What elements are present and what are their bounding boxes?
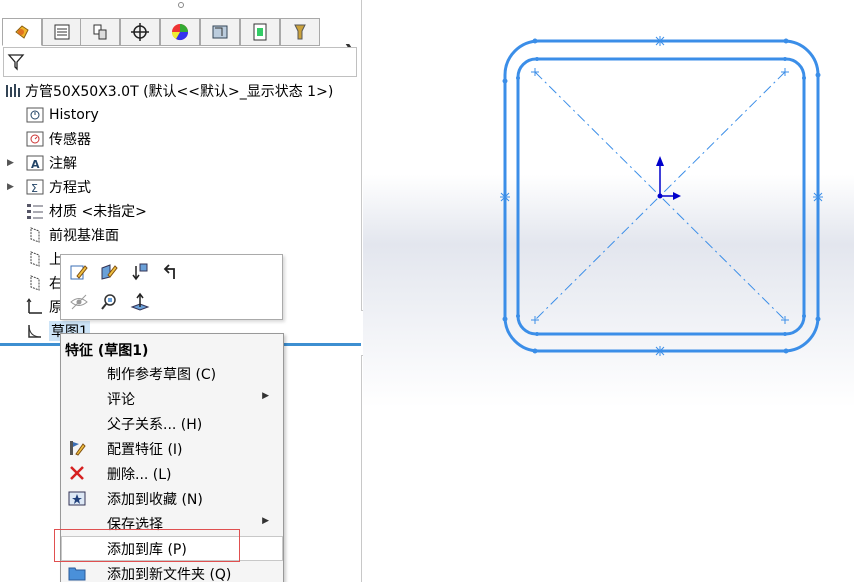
menu-title: 特征 (草图1)	[65, 343, 149, 359]
tab-propertymanager[interactable]	[42, 18, 82, 46]
panel-grip-icon[interactable]	[178, 2, 184, 8]
tab-configurationmanager[interactable]	[80, 18, 120, 46]
plane-icon	[25, 273, 45, 293]
menu-item-label: 配置特征 (I)	[107, 442, 183, 458]
menu-item-comment[interactable]: 评论 ▶	[61, 386, 283, 411]
menu-item-label: 父子关系... (H)	[107, 417, 203, 433]
tree-item-label: 传感器	[49, 132, 91, 148]
menu-item-parent-child[interactable]: 父子关系... (H)	[61, 411, 283, 436]
menu-item-add-to-new-folder[interactable]: 添加到新文件夹 (Q)	[61, 561, 283, 582]
plane-icon	[25, 225, 45, 245]
tab-featuremanager[interactable]	[2, 18, 42, 46]
cam-icon	[212, 25, 228, 39]
submenu-arrow-icon: ▶	[262, 391, 269, 401]
edit-feature-button[interactable]	[96, 259, 122, 285]
tree-filter-input[interactable]	[3, 47, 357, 77]
rollback-icon	[132, 263, 148, 281]
menu-item-label: 添加到收藏 (N)	[107, 492, 203, 508]
tree-item-label: History	[49, 107, 99, 123]
origin-icon	[25, 297, 45, 317]
tree-item-front-plane[interactable]: 前视基准面	[0, 223, 362, 247]
menu-item-delete[interactable]: 删除... (L)	[61, 461, 283, 486]
zoom-to-selection-button[interactable]	[96, 289, 122, 315]
tree-root-part[interactable]: 方管50X50X3.0T (默认<<默认>_显示状态 1>)	[0, 79, 362, 103]
tools-icon	[294, 24, 306, 40]
expand-arrow-icon[interactable]: ▶	[7, 182, 15, 192]
sketch-icon	[25, 321, 45, 341]
tree-item-label: 方程式	[49, 180, 91, 196]
tree-item-history[interactable]: History	[0, 103, 362, 127]
origin-marker-icon	[656, 156, 681, 200]
tree-item-annotations[interactable]: ▶ A 注解	[0, 151, 362, 175]
configuration-manager-icon	[93, 24, 107, 40]
menu-item-label: 制作参考草图 (C)	[107, 367, 217, 383]
menu-item-make-reference-sketch[interactable]: 制作参考草图 (C)	[61, 361, 283, 386]
annotation-highlight-box	[54, 529, 240, 562]
expand-arrow-icon[interactable]: ▶	[7, 158, 15, 168]
material-icon	[25, 201, 45, 221]
tree-item-label: 注解	[49, 156, 77, 172]
undo-arrow-icon	[163, 264, 175, 279]
menu-item-label: 添加到新文件夹 (Q)	[107, 567, 232, 582]
svg-text:Σ: Σ	[31, 182, 38, 195]
parent-child-button[interactable]	[157, 259, 183, 285]
history-icon	[25, 105, 45, 125]
submenu-arrow-icon: ▶	[262, 516, 269, 526]
svg-text:A: A	[31, 158, 40, 171]
feature-manager-icon	[15, 25, 29, 39]
plane-icon	[25, 249, 45, 269]
zoom-selection-icon	[101, 294, 116, 310]
tree-item-sensors[interactable]: 传感器	[0, 127, 362, 151]
filter-icon	[7, 54, 25, 71]
annotation-icon: A	[25, 153, 45, 173]
configure-feature-icon	[67, 438, 87, 458]
hide-eye-icon	[70, 294, 88, 310]
edit-feature-icon	[101, 264, 118, 280]
manager-tab-bar: ❯	[0, 18, 362, 60]
equation-icon: Σ	[25, 177, 45, 197]
hide-show-button[interactable]	[66, 289, 92, 315]
edit-sketch-icon	[70, 265, 88, 280]
display-manager-icon	[171, 24, 189, 41]
normal-to-icon	[130, 292, 150, 311]
rollback-button[interactable]	[127, 259, 153, 285]
favorite-icon	[67, 488, 87, 508]
property-manager-icon	[54, 24, 70, 40]
tree-item-label: 前视基准面	[49, 228, 119, 244]
menu-item-configure-feature[interactable]: 配置特征 (I)	[61, 436, 283, 461]
dimxpert-icon	[131, 23, 149, 41]
tree-item-material[interactable]: 材质 <未指定>	[0, 199, 362, 223]
folder-icon	[67, 563, 87, 582]
menu-item-label: 评论	[107, 392, 135, 408]
part-icon	[3, 81, 23, 101]
tab-cam[interactable]	[200, 18, 240, 46]
menu-item-add-to-favorites[interactable]: 添加到收藏 (N)	[61, 486, 283, 511]
part-name-label: 方管50X50X3.0T (默认<<默认>_显示状态 1>)	[25, 84, 334, 100]
tab-dimxpertmanager[interactable]	[120, 18, 160, 46]
sketch-drawing[interactable]	[363, 0, 854, 582]
normal-to-button[interactable]	[127, 289, 153, 315]
context-toolbar	[60, 254, 283, 320]
delete-icon	[67, 463, 87, 483]
tree-item-label: 材质 <未指定>	[49, 204, 147, 220]
edit-sketch-button[interactable]	[66, 259, 92, 285]
graphics-viewport[interactable]	[363, 0, 854, 582]
tree-item-equations[interactable]: ▶ Σ 方程式	[0, 175, 362, 199]
sensor-icon	[25, 129, 45, 149]
tab-document[interactable]	[240, 18, 280, 46]
document-icon	[253, 23, 267, 41]
menu-item-label: 删除... (L)	[107, 467, 172, 483]
tab-displaymanager[interactable]	[160, 18, 200, 46]
tab-tools[interactable]	[280, 18, 320, 46]
